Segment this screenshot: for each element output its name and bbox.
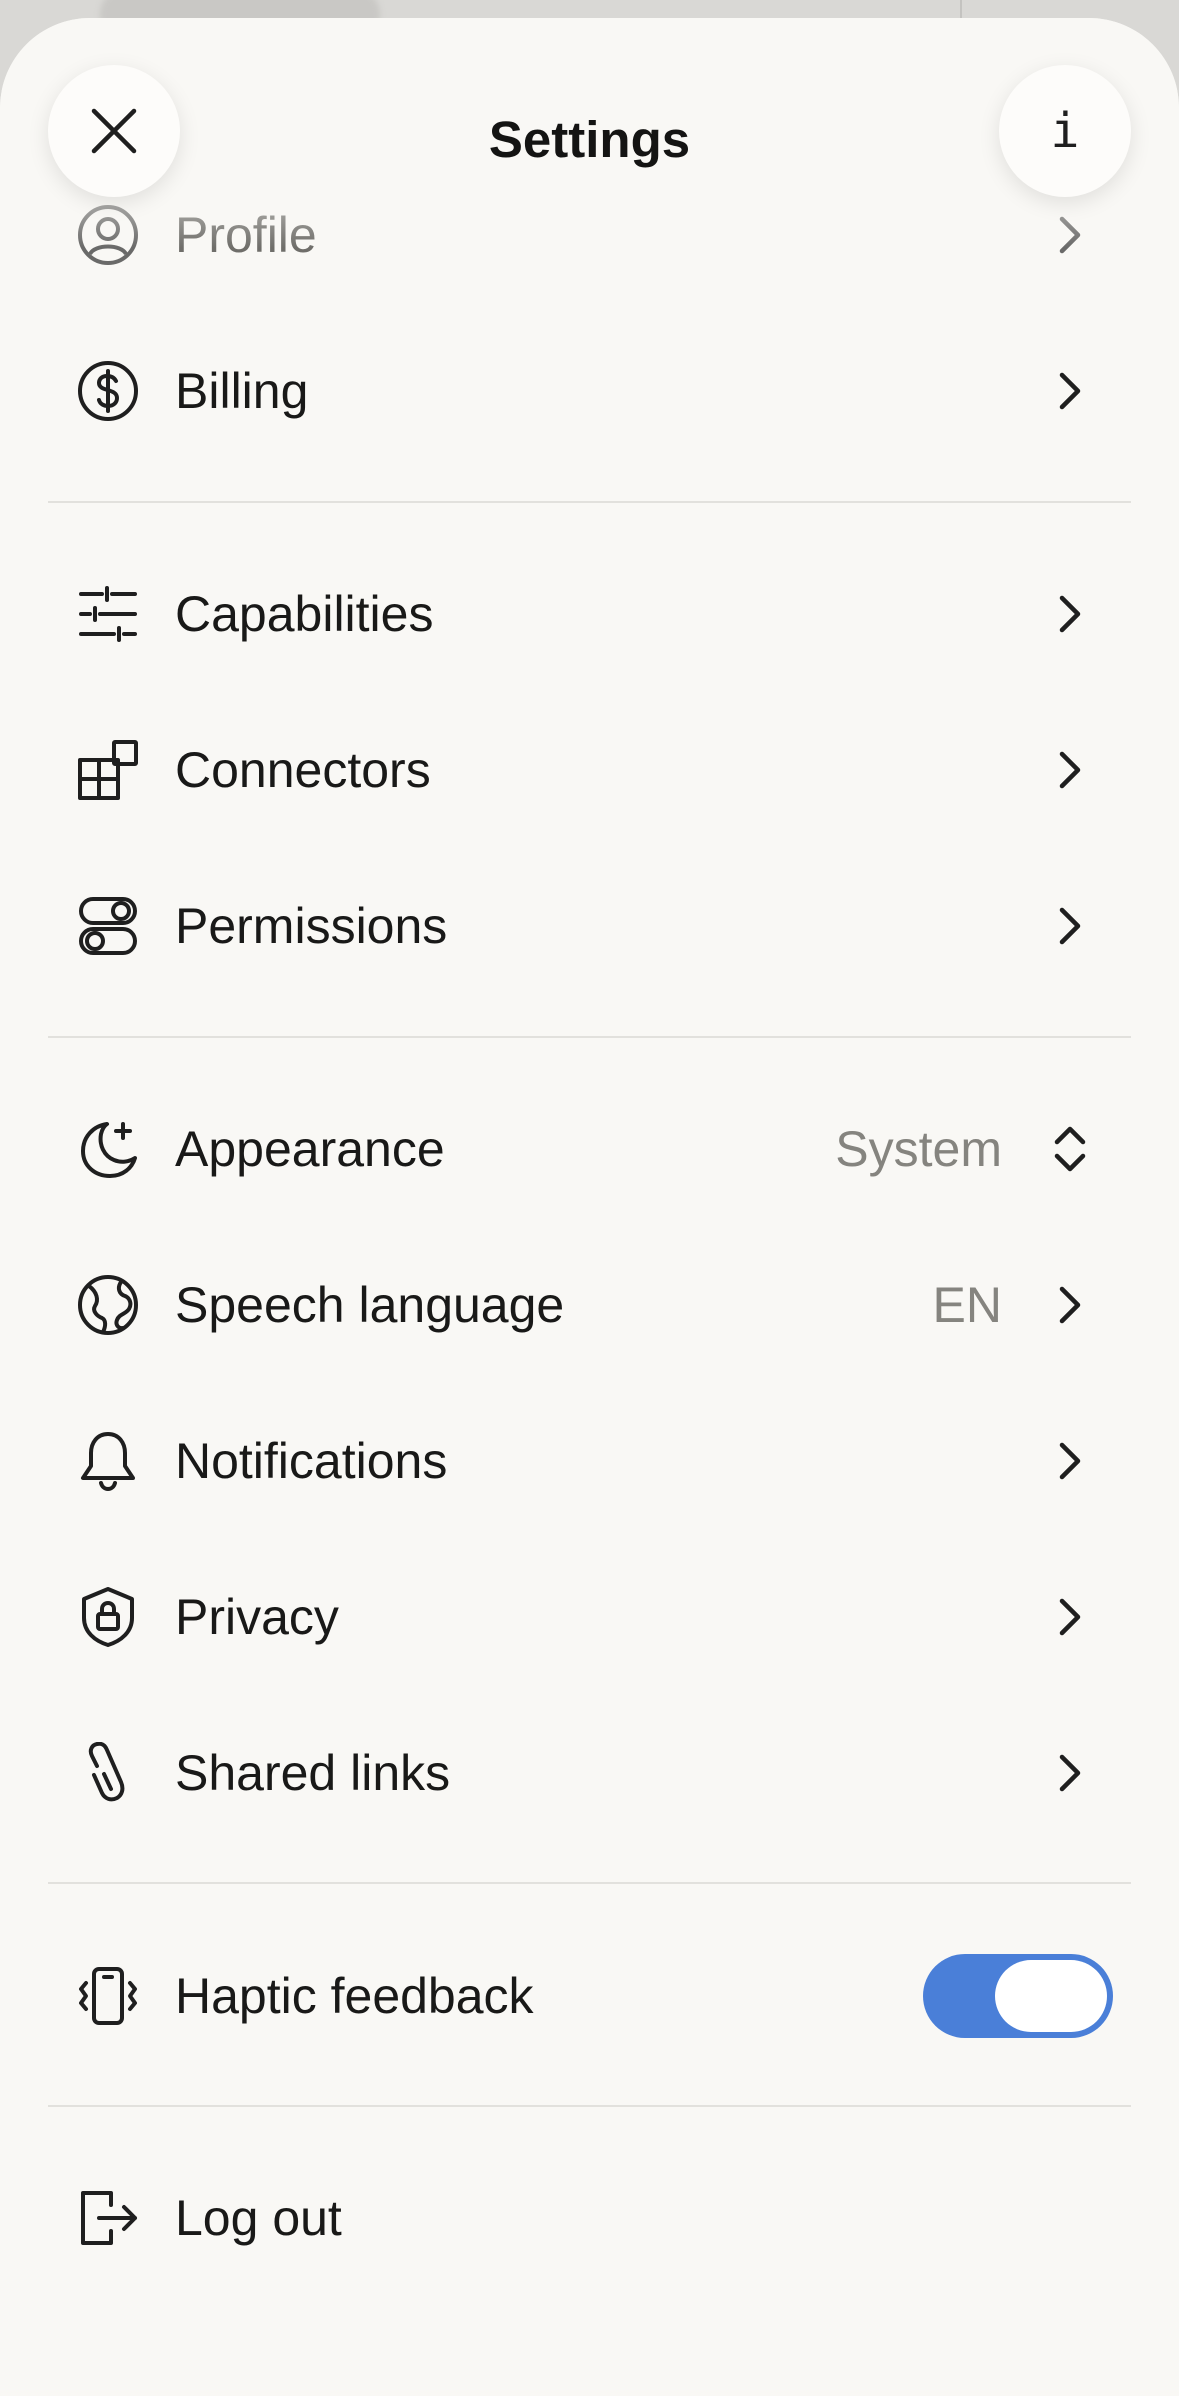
settings-row-appearance[interactable]: Appearance System [0,1071,1179,1227]
section-divider [48,2105,1131,2107]
settings-row-label: Connectors [175,742,431,798]
chevron-right-icon [1052,367,1088,415]
settings-row-speech-language[interactable]: Speech language EN [0,1227,1179,1383]
settings-row-label: Log out [175,2190,342,2246]
section-divider [48,1036,1131,1038]
globe-icon [75,1272,141,1338]
shield-lock-icon [75,1584,141,1650]
settings-row-notifications[interactable]: Notifications [0,1383,1179,1539]
section-divider [48,1882,1131,1884]
chevron-up-down-icon[interactable] [1052,1125,1088,1173]
dollar-circle-icon [75,358,141,424]
settings-sheet: Settings i Profile Billing Capabilities [0,18,1179,2396]
settings-row-log-out[interactable]: Log out [0,2140,1179,2296]
settings-row-label: Privacy [175,1589,339,1645]
settings-row-label: Permissions [175,898,448,954]
settings-row-haptic-feedback[interactable]: Haptic feedback [0,1918,1179,2074]
chevron-right-icon [1052,1437,1088,1485]
settings-row-label: Haptic feedback [175,1968,534,2024]
speech-language-value: EN [932,1277,1002,1333]
chevron-right-icon [1052,1749,1088,1797]
haptic-feedback-toggle[interactable] [923,1954,1113,2038]
settings-row-label: Notifications [175,1433,448,1489]
settings-row-shared-links[interactable]: Shared links [0,1695,1179,1851]
settings-row-connectors[interactable]: Connectors [0,692,1179,848]
settings-row-label: Billing [175,363,309,419]
blocks-icon [75,737,141,803]
bell-icon [75,1428,141,1494]
settings-row-label: Appearance [175,1121,445,1177]
sheet-header: Settings i [0,18,1179,248]
log-out-icon [75,2185,141,2251]
settings-row-capabilities[interactable]: Capabilities [0,536,1179,692]
settings-row-label: Speech language [175,1277,565,1333]
settings-row-permissions[interactable]: Permissions [0,848,1179,1004]
info-button[interactable]: i [999,65,1131,197]
settings-row-billing[interactable]: Billing [0,313,1179,469]
chevron-right-icon [1052,1593,1088,1641]
settings-row-label: Shared links [175,1745,451,1801]
settings-row-label: Capabilities [175,586,434,642]
info-icon: i [1050,103,1080,159]
paperclip-icon [75,1740,141,1806]
toggles-icon [75,893,141,959]
chevron-right-icon [1052,746,1088,794]
phone-vibrate-icon [75,1963,141,2029]
chevron-right-icon [1052,902,1088,950]
moon-sparkle-icon [75,1116,141,1182]
settings-row-privacy[interactable]: Privacy [0,1539,1179,1695]
chevron-right-icon [1052,1281,1088,1329]
sliders-icon [75,581,141,647]
toggle-knob [995,1960,1107,2032]
appearance-value: System [835,1121,1002,1177]
chevron-right-icon [1052,590,1088,638]
section-divider [48,501,1131,503]
